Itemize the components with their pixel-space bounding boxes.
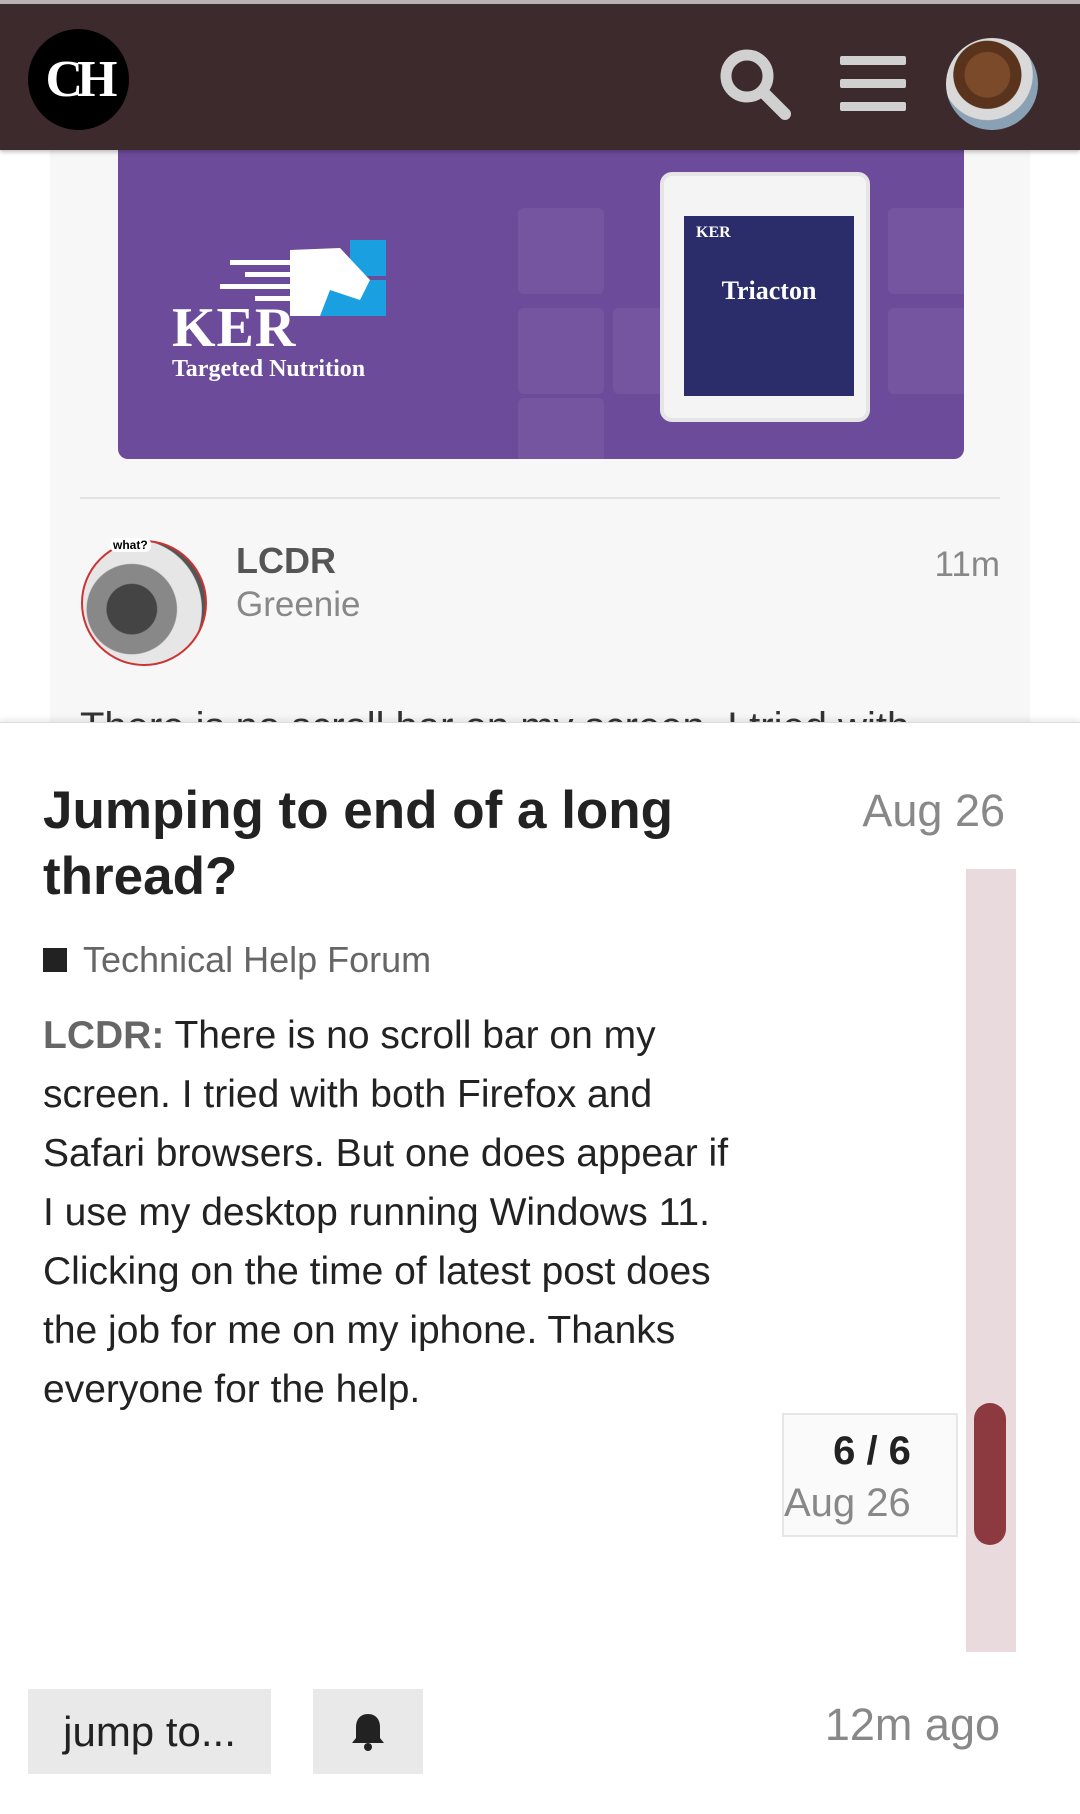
topic-summary-sheet: Jumping to end of a long thread? Aug 26 … [0,722,1080,1814]
ad-tile [888,208,964,294]
bell-icon [352,1713,384,1751]
post-body-preview: There is no scroll bar on my screen. I t… [80,700,980,722]
category-color-square [43,948,67,972]
timeline-scroll-handle[interactable] [974,1403,1006,1545]
product-name: Triacton [721,276,817,305]
excerpt-text: There is no scroll bar on my screen. I t… [43,1014,729,1411]
jump-to-button[interactable]: jump to... [28,1689,271,1774]
ad-banner[interactable]: KER Targeted Nutrition KER Triacton [118,148,964,459]
product-bucket: KER Triacton [660,172,870,422]
post-time[interactable]: 11m [900,545,1001,585]
ad-tile [888,308,964,394]
post-user-title: Greenie [236,585,361,624]
site-logo[interactable]: CH [28,29,129,130]
ad-tile [518,308,604,394]
bucket-label: KER Triacton [684,216,854,396]
search-icon[interactable] [715,44,795,124]
notification-bell-button[interactable] [313,1689,423,1774]
ad-brand: KER [172,297,297,359]
last-activity-time: 12m ago [824,1699,1000,1750]
post-author-avatar[interactable] [81,540,207,666]
topic-excerpt: LCDR: There is no scroll bar on my scree… [43,1006,733,1419]
category-badge[interactable]: Technical Help Forum [43,939,431,981]
hamburger-menu-icon[interactable] [840,54,906,114]
timeline-position[interactable]: 6 / 6 Aug 26 [782,1413,958,1537]
category-name: Technical Help Forum [83,939,432,980]
post-divider [80,497,1000,499]
timeline-post-count: 6 / 6 [833,1429,911,1473]
post-username[interactable]: LCDR [236,540,336,582]
bucket-brand: KER [696,224,731,241]
topic-date: Aug 26 [862,785,1005,836]
ad-tile [518,398,604,459]
ad-tagline: Targeted Nutrition [172,356,366,382]
topic-title[interactable]: Jumping to end of a long thread? [43,778,723,910]
site-header: CH [0,0,1080,150]
user-avatar[interactable] [946,38,1038,130]
timeline-date: Aug 26 [784,1481,911,1525]
ad-tile [518,208,604,294]
excerpt-author: LCDR: [43,1014,165,1057]
avatar-caption: what? [110,538,151,552]
